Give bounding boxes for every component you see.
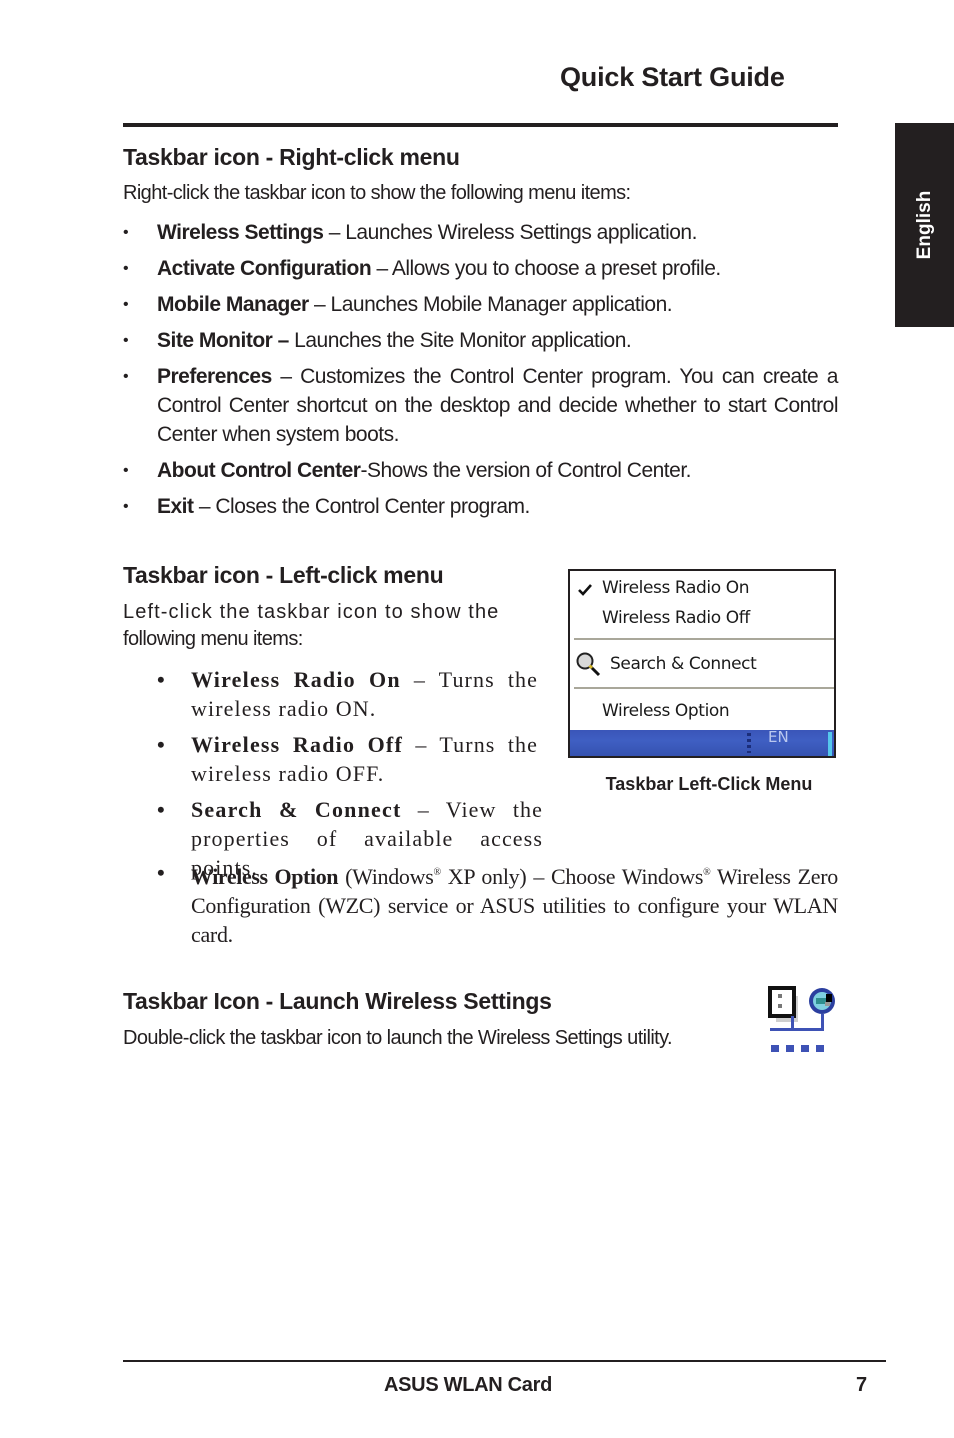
figure-caption: Taskbar Left-Click Menu [605,774,813,794]
tray-edge [828,732,832,756]
wireless-option-item: • Wireless Option (Windows® XP only) – Ch… [157,858,838,956]
footer-divider [123,1360,886,1362]
list-item: • Wireless Radio Off – Turns the wireless… [157,732,539,786]
tray-grip-icon [747,733,751,753]
list-item: • Wireless Radio On – Turns the wireless … [157,667,538,721]
right-click-menu-items: • Wireless Settings – Launches Wireless S… [123,218,839,528]
bullet-icon: • [157,860,165,885]
list-item: • Preferences – Customizes the Control Ce… [123,362,839,449]
left-click-menu-screenshot: Wireless Radio On Wireless Radio Off Sea… [568,569,836,758]
menu-separator [574,638,834,640]
bullet-icon: • [123,260,129,277]
bullet-icon: • [123,296,129,313]
magnifier-icon [575,651,603,684]
list-item: • About Control Center-Shows the version … [123,456,838,485]
left-click-menu-items: • Wireless Radio On – Turns the wireless … [157,665,542,889]
menu-item-wireless-radio-off[interactable]: Wireless Radio Off [570,605,834,633]
windows-taskbar: EN [570,728,834,756]
menu-separator [574,687,834,689]
check-icon [578,581,592,601]
bullet-icon: • [123,498,129,515]
bullet-icon: • [123,224,129,241]
footer-title: ASUS WLAN Card [384,1374,553,1396]
menu-item-search-connect[interactable]: Search & Connect [570,651,834,679]
bullet-icon: • [157,797,165,822]
list-item: • Wireless Settings – Launches Wireless S… [123,218,838,247]
list-item: • Site Monitor – Launches the Site Monito… [123,326,838,355]
bullet-icon: • [157,667,165,692]
language-tab: English [895,123,954,327]
language-indicator: EN [768,728,789,746]
left-click-intro-line2: following menu items: [123,628,303,650]
list-item: • Mobile Manager – Launches Mobile Manage… [123,290,838,319]
language-tab-label: English [913,190,935,260]
section-heading-right-click: Taskbar icon - Right-click menu [123,144,460,170]
bullet-icon: • [123,462,129,479]
menu-item-wireless-option[interactable]: Wireless Option [570,698,834,726]
section-heading-left-click: Taskbar icon - Left-click menu [123,562,444,588]
section-heading-launch: Taskbar Icon - Launch Wireless Settings [123,988,552,1014]
left-click-intro-line1: Left-click the taskbar icon to show the [123,601,500,623]
list-item: • Wireless Option (Windows® XP only) – Ch… [157,860,838,947]
bullet-icon: • [123,332,129,349]
bullet-icon: • [123,368,129,385]
page-number: 7 [856,1374,868,1396]
menu-item-wireless-radio-on[interactable]: Wireless Radio On [570,575,834,603]
launch-intro: Double-click the taskbar icon to launch … [123,1027,673,1049]
wlan-taskbar-icon [766,984,840,1061]
list-item: • Activate Configuration – Allows you to … [123,254,838,283]
bullet-icon: • [157,732,165,757]
right-click-intro: Right-click the taskbar icon to show the… [123,182,631,204]
header-divider [123,123,838,127]
list-item: • Exit – Closes the Control Center progra… [123,492,838,521]
page-header-title: Quick Start Guide [560,62,785,92]
